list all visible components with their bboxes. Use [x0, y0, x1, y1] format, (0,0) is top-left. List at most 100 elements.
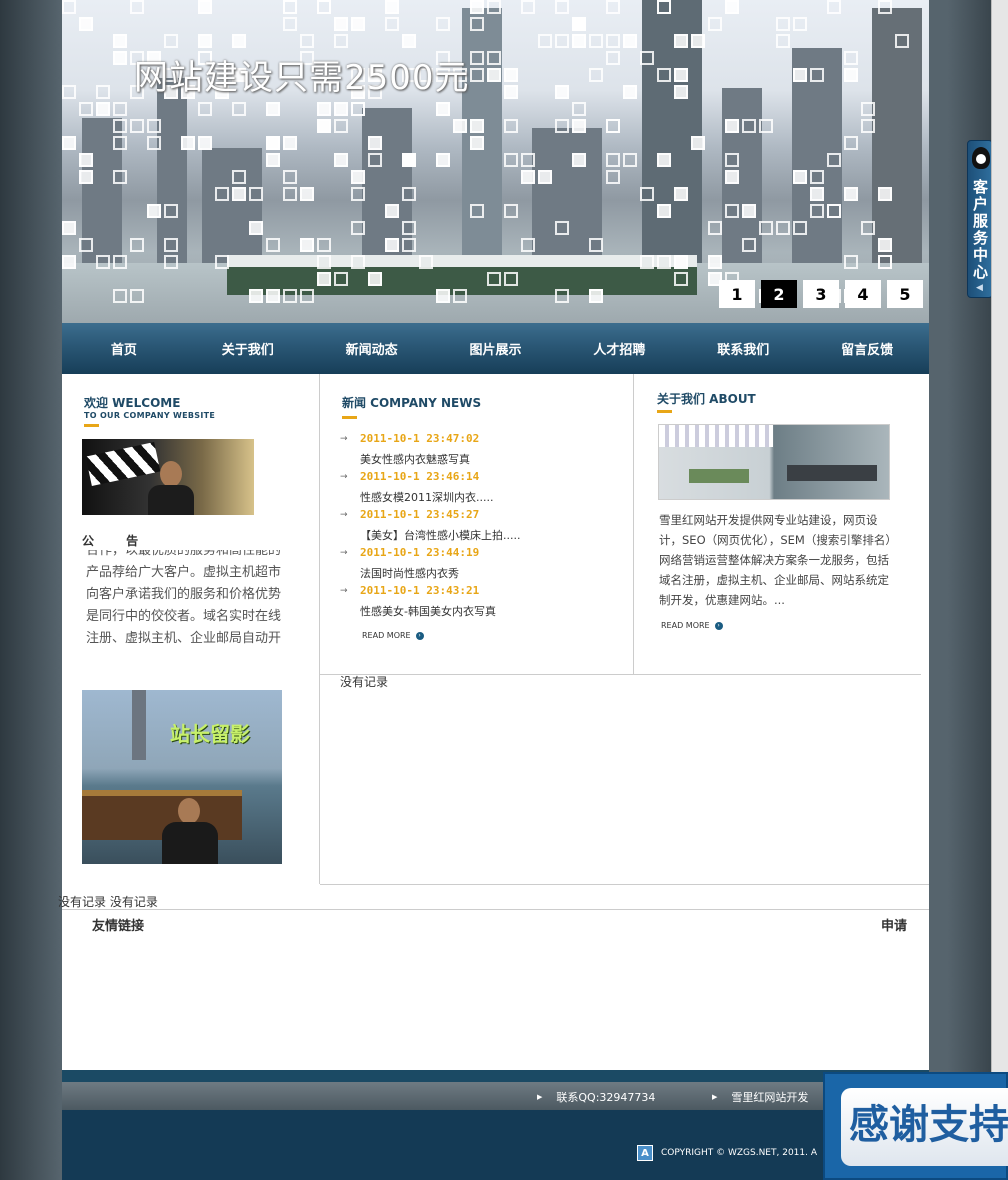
news-title[interactable]: 美女性感内衣魅惑写真: [360, 451, 470, 467]
nav-item-0[interactable]: 首页: [62, 323, 186, 374]
banner-square-decoration: [113, 51, 127, 65]
nav-item-4[interactable]: 人才招聘: [557, 323, 681, 374]
thanks-text: 感谢支持: [841, 1088, 1008, 1166]
banner-square-decoration: [317, 255, 331, 269]
banner-square-decoration: [351, 221, 365, 235]
news-item[interactable]: → 2011-10-1 23:45:27 【美女】台湾性感小模床上拍.....: [340, 508, 620, 546]
welcome-column: 欢迎 WELCOME TO OUR COMPANY WEBSITE 公 告 合作…: [62, 374, 320, 884]
news-title[interactable]: 法国时尚性感内衣秀: [360, 565, 459, 581]
banner-square-decoration: [334, 119, 348, 133]
banner-square-decoration: [283, 170, 297, 184]
banner-square-decoration: [62, 255, 76, 269]
banner-square-decoration: [470, 51, 484, 65]
nav-item-3[interactable]: 图片展示: [434, 323, 558, 374]
banner-square-decoration: [521, 170, 535, 184]
banner-square-decoration: [164, 255, 178, 269]
slide-page-2[interactable]: 2: [761, 280, 797, 308]
arrow-right-icon: →: [340, 510, 348, 520]
banner-square-decoration: [385, 204, 399, 218]
banner-square-decoration: [861, 221, 875, 235]
news-item[interactable]: → 2011-10-1 23:46:14 性感女模2011深圳内衣.....: [340, 470, 620, 508]
banner-square-decoration: [487, 68, 501, 82]
office-photo: [658, 424, 890, 500]
banner-square-decoration: [436, 17, 450, 31]
banner-square-decoration: [164, 34, 178, 48]
banner-square-decoration: [232, 102, 246, 116]
banner-square-decoration: [300, 187, 314, 201]
news-title[interactable]: 性感美女-韩国美女内衣写真: [360, 603, 496, 619]
slide-page-5[interactable]: 5: [887, 280, 923, 308]
notice-title: 公 告: [82, 534, 153, 548]
banner-square-decoration: [555, 0, 569, 14]
banner-square-decoration: [844, 51, 858, 65]
banner-square-decoration: [810, 204, 824, 218]
nav-item-2[interactable]: 新闻动态: [310, 323, 434, 374]
slide-page-3[interactable]: 3: [803, 280, 839, 308]
news-item[interactable]: → 2011-10-1 23:44:19 法国时尚性感内衣秀: [340, 546, 620, 584]
banner-square-decoration: [674, 272, 688, 286]
banner-square-decoration: [470, 17, 484, 31]
banner-square-decoration: [555, 289, 569, 303]
banner-square-decoration: [96, 85, 110, 99]
nav-item-1[interactable]: 关于我们: [186, 323, 310, 374]
banner-square-decoration: [62, 85, 76, 99]
banner-square-decoration: [776, 221, 790, 235]
banner-title: 网站建设只需2500元: [134, 58, 470, 98]
about-column: 关于我们 ABOUT 雪里红网站开发提供网专业站建设，网页设计，SEO（网页优化…: [634, 374, 921, 674]
banner-square-decoration: [674, 68, 688, 82]
banner-square-decoration: [385, 238, 399, 252]
banner-square-decoration: [147, 119, 161, 133]
banner-square-decoration: [351, 187, 365, 201]
banner-square-decoration: [470, 0, 484, 14]
banner-square-decoration: [215, 187, 229, 201]
banner-square-decoration: [657, 153, 671, 167]
news-title[interactable]: 【美女】台湾性感小模床上拍.....: [360, 527, 520, 543]
banner-square-decoration: [555, 221, 569, 235]
banner-square-decoration: [62, 136, 76, 150]
banner-square-decoration: [793, 221, 807, 235]
banner-square-decoration: [793, 17, 807, 31]
banner-square-decoration: [334, 153, 348, 167]
banner-square-decoration: [759, 119, 773, 133]
banner-square-decoration: [521, 153, 535, 167]
banner-square-decoration: [589, 289, 603, 303]
news-date: 2011-10-1 23:47:02: [360, 432, 480, 445]
webmaster-photo-caption: 站长留影: [170, 722, 250, 746]
news-title[interactable]: 性感女模2011深圳内衣.....: [360, 489, 493, 505]
about-read-more[interactable]: READ MORE ›: [661, 621, 723, 630]
scrollbar[interactable]: [991, 0, 1008, 1180]
news-read-more[interactable]: READ MORE ›: [362, 631, 424, 640]
news-item[interactable]: → 2011-10-1 23:47:02 美女性感内衣魅惑写真: [340, 432, 620, 470]
news-item[interactable]: → 2011-10-1 23:43:21 性感美女-韩国美女内衣写真: [340, 584, 620, 622]
customer-service-panel[interactable]: 客户服务中心 ◀: [967, 140, 993, 298]
banner-square-decoration: [878, 187, 892, 201]
banner-square-decoration: [725, 0, 739, 14]
banner-square-decoration: [691, 34, 705, 48]
banner-square-decoration: [385, 17, 399, 31]
banner-square-decoration: [368, 136, 382, 150]
banner-square-decoration: [555, 119, 569, 133]
thanks-popup[interactable]: 感谢支持: [823, 1072, 1008, 1180]
banner-slideshow[interactable]: 网站建设只需2500元 12345: [62, 0, 929, 323]
news-column: 新闻 COMPANY NEWS → 2011-10-1 23:47:02 美女性感内…: [320, 374, 634, 674]
banner-square-decoration: [113, 289, 127, 303]
friend-links-apply[interactable]: 申请: [881, 915, 907, 934]
banner-square-decoration: [300, 238, 314, 252]
banner-square-decoration: [317, 102, 331, 116]
banner-square-decoration: [198, 0, 212, 14]
banner-square-decoration: [487, 0, 501, 14]
copyright: COPYRIGHT © WZGS.NET, 2011. A: [661, 1148, 817, 1158]
banner-square-decoration: [742, 204, 756, 218]
about-heading: 关于我们 ABOUT: [657, 392, 756, 406]
banner-square-decoration: [861, 102, 875, 116]
footer-info-bar: ▶ 联系QQ:32947734 ▶ 雪里红网站开发: [62, 1082, 929, 1110]
slide-page-1[interactable]: 1: [719, 280, 755, 308]
banner-square-decoration: [266, 153, 280, 167]
footer: A COPYRIGHT © WZGS.NET, 2011. A: [62, 1110, 929, 1180]
nav-item-5[interactable]: 联系我们: [681, 323, 805, 374]
nav-item-6[interactable]: 留言反馈: [805, 323, 929, 374]
slide-page-4[interactable]: 4: [845, 280, 881, 308]
triangle-right-icon: ▶: [537, 1093, 543, 1101]
divider: [320, 674, 921, 675]
banner-square-decoration: [708, 221, 722, 235]
